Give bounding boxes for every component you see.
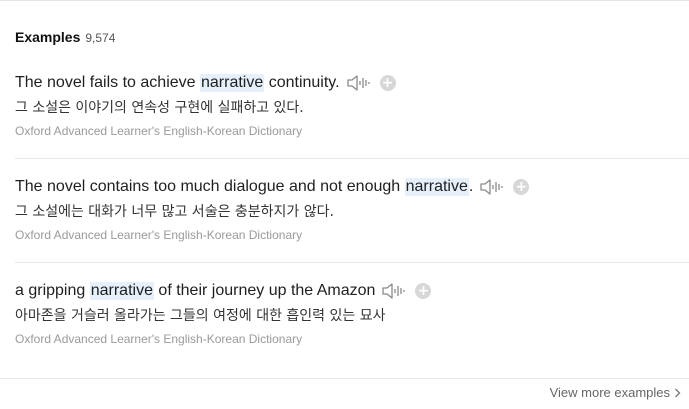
sentence-text: of their journey up the Amazon [153, 282, 376, 299]
highlighted-keyword: narrative [200, 74, 265, 92]
example-sentence: The novel contains too much dialogue and… [15, 176, 689, 198]
example-translation: 그 소설은 이야기의 연속성 구현에 실패하고 있다. [15, 100, 304, 116]
examples-count: 9,574 [85, 31, 116, 45]
example-item: The novel contains too much dialogue and… [15, 176, 689, 243]
plus-icon[interactable]: + [415, 283, 432, 299]
speaker-icon[interactable] [346, 73, 372, 93]
example-translation: 아마존을 거슬러 올라가는 그들의 여정에 대한 흡인력 있는 묘사 [15, 308, 386, 324]
sentence-text: The novel fails to achieve [15, 74, 200, 91]
examples-header: Examples 9,574 [15, 29, 115, 47]
sentence-text: continuity. [264, 74, 340, 91]
view-more-examples-link[interactable]: View more examples [550, 385, 681, 400]
divider [0, 378, 689, 379]
example-source[interactable]: Oxford Advanced Learner's English-Korean… [15, 227, 689, 243]
top-divider [0, 0, 689, 1]
divider [15, 158, 689, 159]
example-sentence: a gripping narrative of their journey up… [15, 280, 689, 302]
chevron-right-icon [674, 388, 681, 398]
example-source[interactable]: Oxford Advanced Learner's English-Korean… [15, 331, 689, 347]
divider [15, 262, 689, 263]
sentence-text: a gripping [15, 282, 90, 299]
sentence-text: . [468, 178, 474, 195]
plus-icon[interactable]: + [379, 75, 396, 91]
plus-icon[interactable]: + [513, 179, 530, 195]
examples-title: Examples [15, 29, 81, 45]
example-translation: 그 소설에는 대화가 너무 많고 서술은 충분하지가 않다. [15, 204, 334, 220]
highlighted-keyword: narrative [89, 282, 154, 300]
view-more-label: View more examples [549, 385, 670, 400]
sentence-text: The novel contains too much dialogue and… [15, 178, 405, 195]
speaker-icon[interactable] [479, 177, 505, 197]
highlighted-keyword: narrative [404, 178, 469, 196]
speaker-icon[interactable] [381, 281, 407, 301]
example-item: a gripping narrative of their journey up… [15, 280, 689, 347]
example-source[interactable]: Oxford Advanced Learner's English-Korean… [15, 123, 689, 139]
example-item: The novel fails to achieve narrative con… [15, 72, 689, 139]
example-sentence: The novel fails to achieve narrative con… [15, 72, 689, 94]
